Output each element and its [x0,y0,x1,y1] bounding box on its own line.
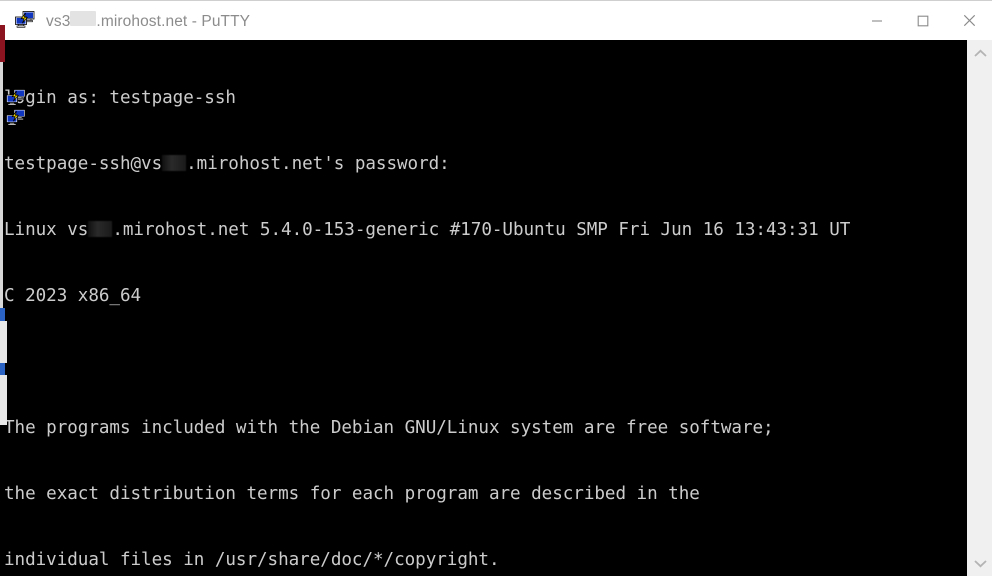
background-window-gray-artifact [0,321,7,363]
putty-icon-artifact [5,88,27,110]
close-button[interactable] [946,1,992,41]
putty-window: vs3 .mirohost.net - PuTTY login as: test… [0,0,992,576]
background-window-edge-artifact [0,62,3,308]
background-window-gray-artifact [0,375,7,425]
putty-icon-artifact [5,108,27,130]
terminal-line-text: the exact distribution terms for each pr… [4,484,700,504]
title-bar-left: vs3 .mirohost.net - PuTTY [0,10,854,32]
terminal-line-text: login as: testpage-ssh [4,88,236,108]
scrollbar-track[interactable] [967,66,992,550]
terminal-line-text: testpage-ssh@vs [4,154,163,174]
terminal-line: The programs included with the Debian GN… [4,417,850,439]
terminal-line: the exact distribution terms for each pr… [4,483,850,505]
background-window-red-artifact [0,25,5,62]
terminal-line: login as: testpage-ssh [4,87,850,109]
terminal-scrollbar[interactable] [967,40,992,576]
redaction-box-host [88,221,113,237]
terminal-line: Linux vs .mirohost.net 5.4.0-153-generic … [4,219,850,241]
minimize-button[interactable] [854,1,900,41]
terminal-line-text: C 2023 x86_64 [4,286,142,306]
terminal-line: individual files in /usr/share/doc/*/cop… [4,549,850,571]
window-title-prefix: vs3 [46,12,71,30]
terminal-line-text: Linux vs [4,220,89,240]
terminal-screen[interactable]: login as: testpage-ssh testpage-ssh@vs .m… [0,40,967,576]
terminal-line-text: The programs included with the Debian GN… [4,418,774,438]
scrollbar-down-arrow[interactable] [968,550,992,576]
putty-icon [14,10,36,32]
scrollbar-up-arrow[interactable] [968,40,992,66]
terminal-line-text: .mirohost.net's password: [186,154,450,174]
terminal-text: login as: testpage-ssh testpage-ssh@vs .m… [4,43,850,576]
window-title-suffix: .mirohost.net - PuTTY [96,12,251,30]
terminal-line-text: .mirohost.net 5.4.0-153-generic #170-Ubu… [112,220,851,240]
maximize-button[interactable] [900,1,946,41]
title-bar[interactable]: vs3 .mirohost.net - PuTTY [0,0,992,40]
window-title: vs3 .mirohost.net - PuTTY [46,10,251,31]
terminal-line: C 2023 x86_64 [4,285,850,307]
redaction-box-title [70,10,97,26]
terminal-line: testpage-ssh@vs .mirohost.net's password: [4,153,850,175]
background-window-blue-artifact [0,363,5,375]
redaction-box-host [162,155,187,171]
background-window-blue-artifact [0,308,5,321]
terminal-line-text: individual files in /usr/share/doc/*/cop… [4,550,500,570]
window-controls [854,1,992,41]
